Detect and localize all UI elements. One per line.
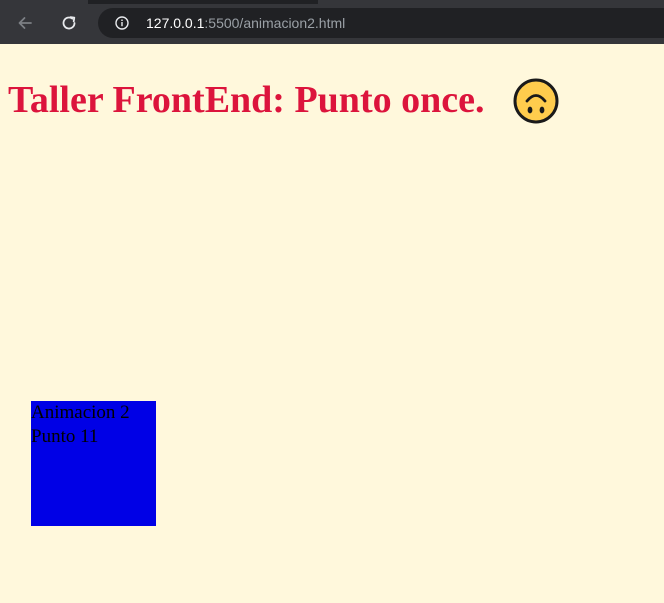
address-bar[interactable]: 127.0.0.1:5500/animacion2.html bbox=[98, 8, 664, 38]
url-host: 127.0.0.1 bbox=[146, 15, 205, 31]
active-tab-edge bbox=[88, 0, 318, 4]
back-button[interactable] bbox=[12, 10, 38, 36]
page-title: Taller FrontEnd: Punto once. bbox=[8, 79, 485, 121]
upside-down-face-icon bbox=[513, 78, 559, 124]
reload-button[interactable] bbox=[56, 10, 82, 36]
url-path: :5500/animacion2.html bbox=[204, 15, 346, 31]
box-line-2: Punto 11 bbox=[31, 426, 99, 447]
box-line-1: Animacion 2 bbox=[31, 402, 130, 423]
url-text[interactable]: 127.0.0.1:5500/animacion2.html bbox=[146, 15, 345, 31]
reload-icon bbox=[62, 16, 76, 30]
animation-box: Animacion 2 Punto 11 bbox=[31, 401, 156, 526]
arrow-left-icon bbox=[18, 17, 32, 29]
browser-toolbar: 127.0.0.1:5500/animacion2.html bbox=[0, 0, 664, 45]
page-content: Taller FrontEnd: Punto once. Animacion 2… bbox=[0, 44, 664, 603]
info-icon[interactable] bbox=[115, 16, 129, 30]
